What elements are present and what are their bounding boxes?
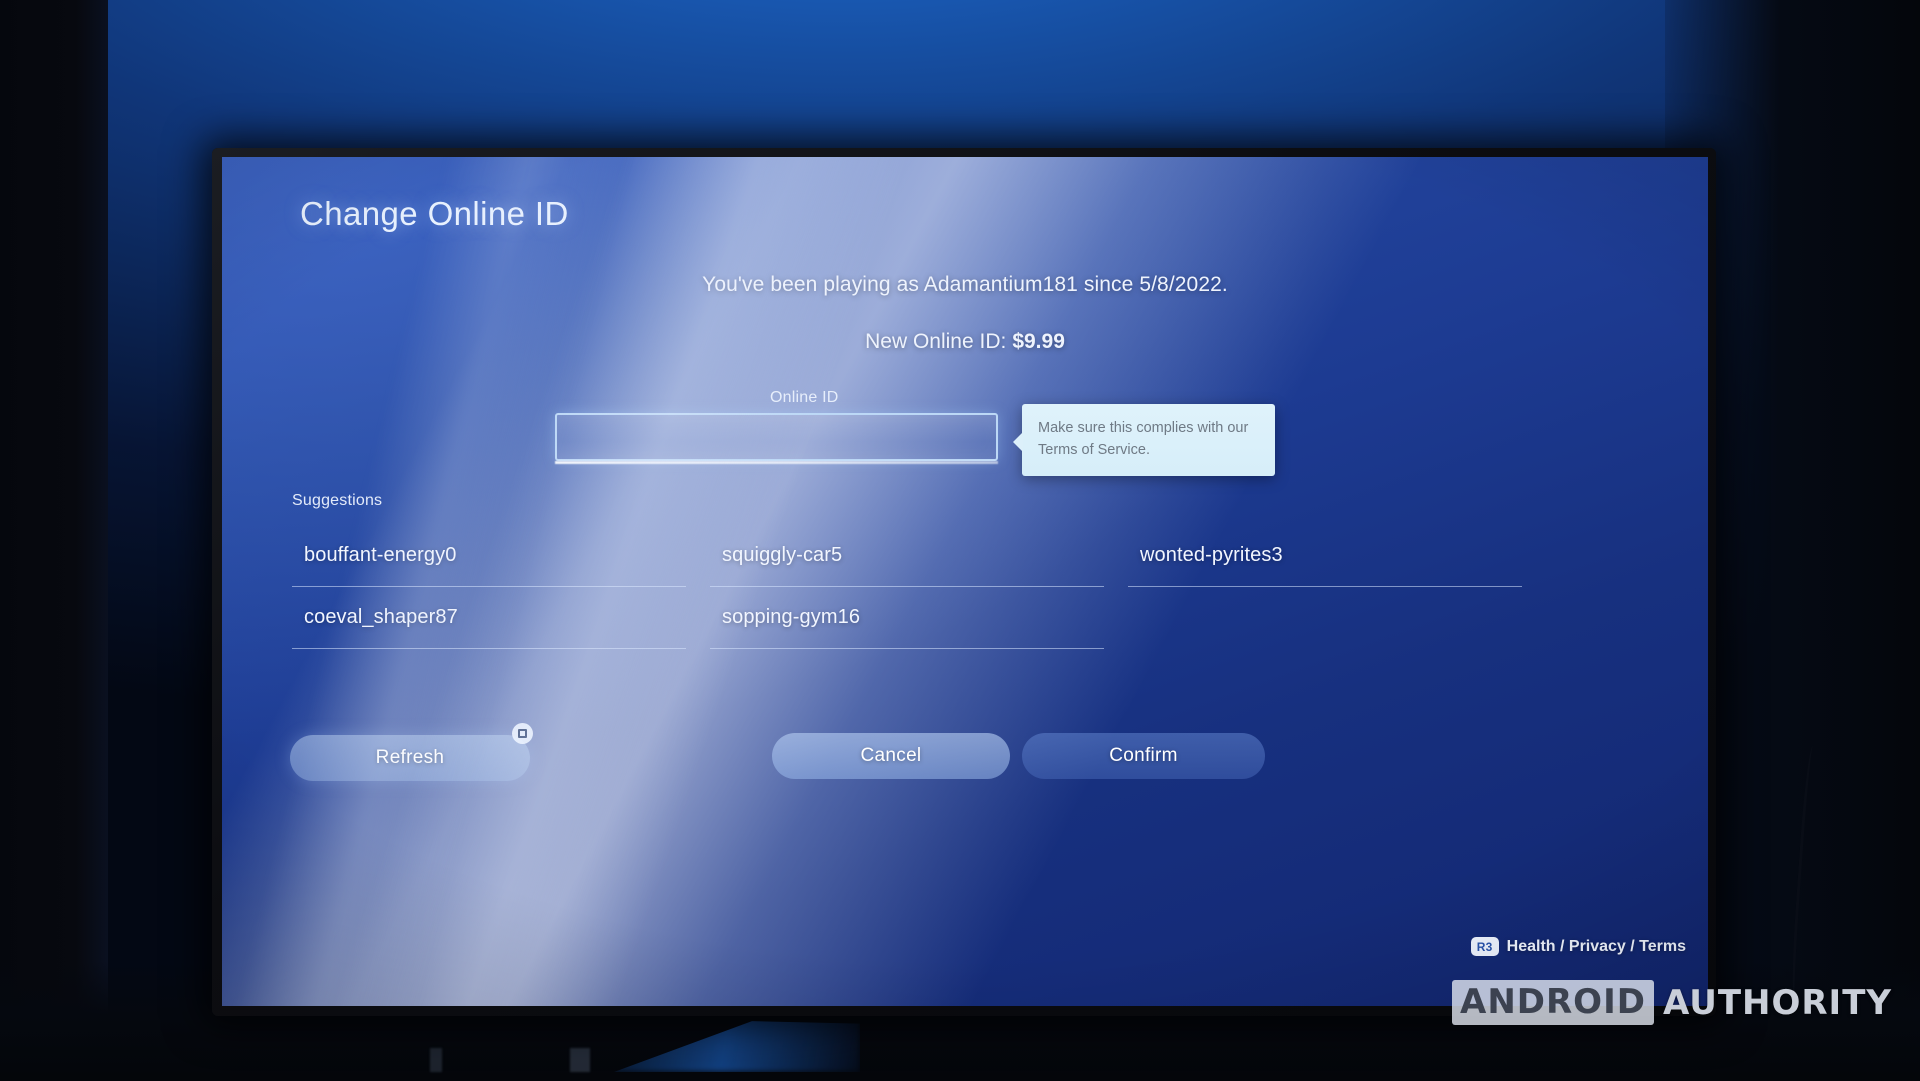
input-underglow <box>555 461 998 464</box>
suggestion-item[interactable]: squiggly-car5 <box>710 525 1104 587</box>
page-title: Change Online ID <box>300 195 569 232</box>
television: Change Online ID You've been playing as … <box>212 148 1716 1016</box>
cancel-button[interactable]: Cancel <box>772 733 1010 779</box>
price-line: New Online ID: $9.99 <box>222 330 1708 354</box>
terms-tooltip: Make sure this complies with our Terms o… <box>1013 404 1275 476</box>
watermark: ANDROID AUTHORITY <box>1452 980 1892 1025</box>
wall-shadow-left <box>0 0 108 1081</box>
account-history-text: You've been playing as Adamantium181 sin… <box>702 273 1228 296</box>
suggestion-item-empty <box>1128 587 1522 649</box>
suggestion-item[interactable]: sopping-gym16 <box>710 587 1104 649</box>
online-id-input[interactable] <box>555 413 998 461</box>
watermark-brand: ANDROID <box>1452 980 1654 1025</box>
tooltip-text: Make sure this complies with our Terms o… <box>1038 420 1249 458</box>
online-id-label: Online ID <box>770 389 839 406</box>
suggestion-item[interactable]: bouffant-energy0 <box>292 525 686 587</box>
tv-screen: Change Online ID You've been playing as … <box>222 157 1708 1006</box>
footer-hint: R3 Health / Privacy / Terms <box>1470 937 1686 956</box>
suggestions-label: Suggestions <box>292 492 383 509</box>
square-button-icon <box>512 723 533 744</box>
suggestion-item[interactable]: coeval_shaper87 <box>292 587 686 649</box>
price-label: New Online ID: <box>865 330 1007 353</box>
suggestions-grid: bouffant-energy0 squiggly-car5 wonted-py… <box>292 525 1522 649</box>
refresh-button[interactable]: Refresh <box>290 735 530 781</box>
watermark-name: AUTHORITY <box>1662 982 1893 1023</box>
suggestion-item[interactable]: wonted-pyrites3 <box>1128 525 1522 587</box>
r3-button-icon: R3 <box>1470 937 1499 956</box>
confirm-button[interactable]: Confirm <box>1022 733 1265 779</box>
price-amount: $9.99 <box>1012 330 1065 353</box>
console-highlights <box>430 1048 760 1072</box>
tv-bezel: Change Online ID You've been playing as … <box>212 148 1716 1016</box>
footer-links[interactable]: Health / Privacy / Terms <box>1507 938 1686 956</box>
tooltip-arrow-icon <box>1013 432 1023 452</box>
ps5-ui: Change Online ID You've been playing as … <box>222 157 1708 1006</box>
